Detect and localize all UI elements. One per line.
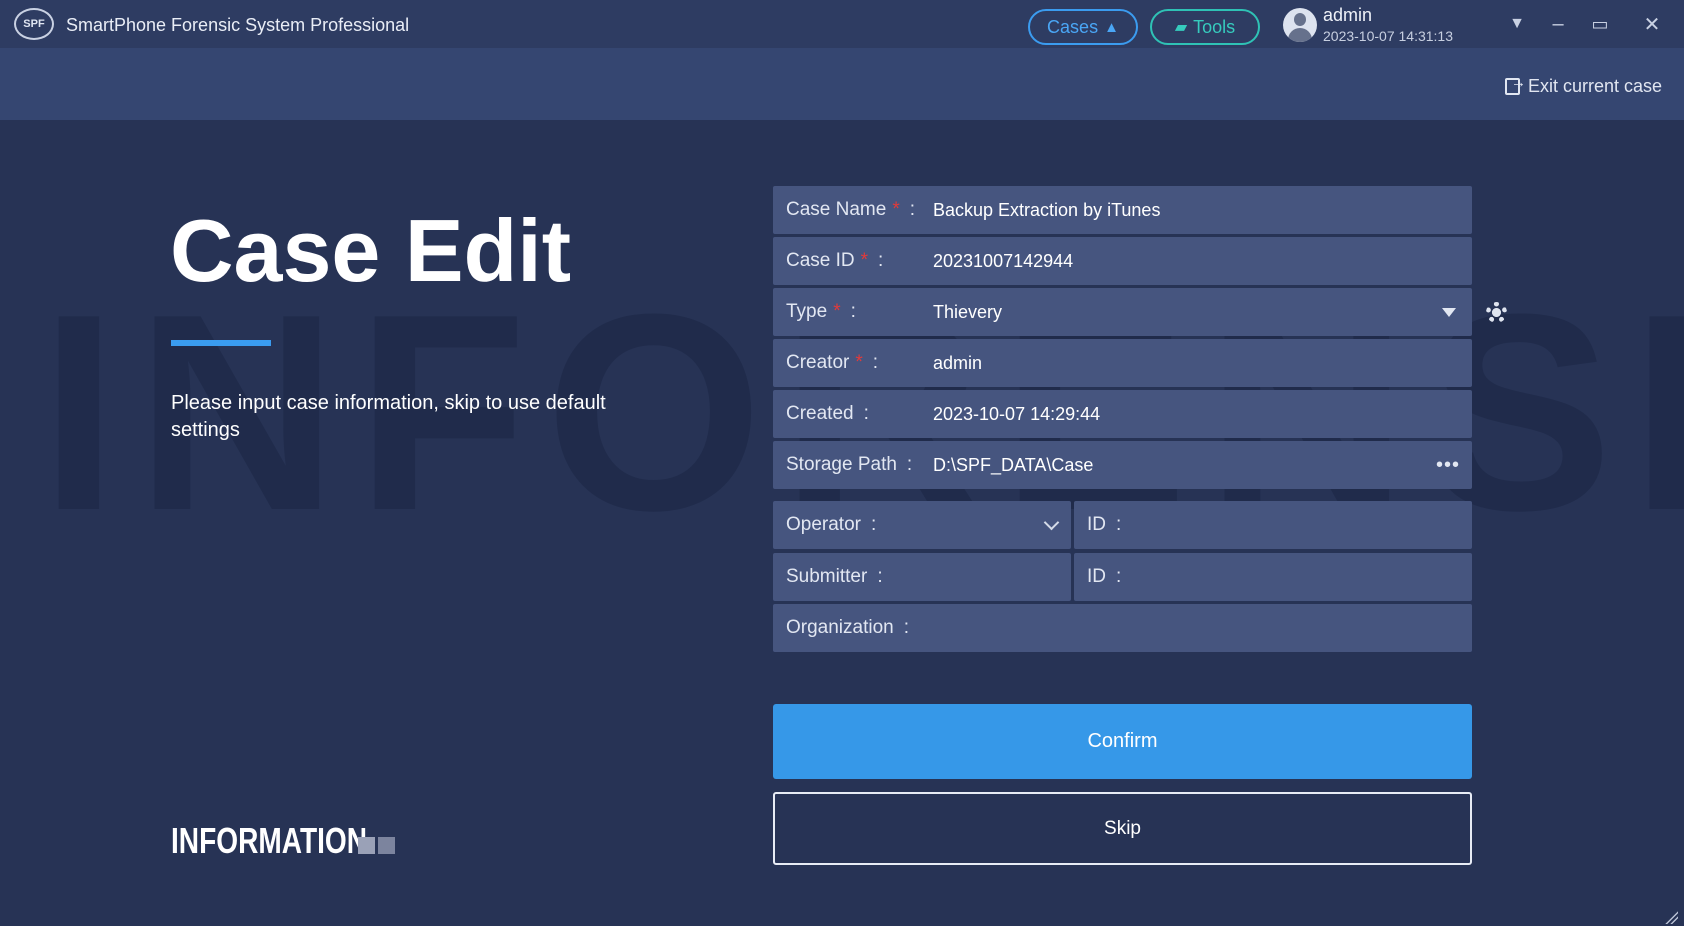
operator-id-field[interactable]: ID: [1074, 501, 1472, 549]
storage-path-label: Storage Path: [786, 454, 913, 475]
submitter-id-field[interactable]: ID: [1074, 553, 1472, 601]
submitter-id-label: ID: [1087, 566, 1122, 587]
caret-down-icon [1442, 308, 1456, 317]
title-bar: SPF SmartPhone Forensic System Professio… [0, 0, 1684, 48]
case-name-label: Case Name *: [786, 199, 916, 220]
app-logo: SPF [14, 8, 54, 40]
created-label: Created: [786, 403, 869, 424]
case-id-value: 20231007142944 [933, 250, 1074, 271]
title-underline [171, 340, 271, 346]
creator-label: Creator *: [786, 352, 879, 373]
close-icon: ✕ [1643, 13, 1661, 36]
case-id-label: Case ID *: [786, 250, 884, 271]
case-name-value: Backup Extraction by iTunes [933, 199, 1161, 220]
exit-case-button[interactable]: Exit current case [1504, 74, 1662, 97]
user-name: admin [1323, 5, 1373, 25]
confirm-button[interactable]: Confirm [773, 704, 1472, 779]
type-select[interactable]: Type *: Thievery [773, 288, 1472, 336]
chevron-up-icon: ▲ [1104, 18, 1119, 36]
organization-field[interactable]: Organization: [773, 604, 1472, 652]
case-id-field[interactable]: Case ID *: 20231007142944 [773, 237, 1472, 285]
tools-button[interactable]: ▰ Tools [1150, 9, 1260, 45]
decor-square [358, 837, 375, 854]
exit-case-label: Exit current case [1527, 76, 1662, 96]
decor-square [378, 837, 395, 854]
user-timestamp: 2023-10-07 14:31:13 [1323, 28, 1453, 44]
type-value: Thievery [933, 301, 1003, 322]
toolbox-icon: ▰ [1174, 19, 1188, 36]
minimize-icon: – [1552, 12, 1564, 35]
created-value: 2023-10-07 14:29:44 [933, 403, 1101, 424]
submitter-label: Submitter: [786, 566, 883, 587]
close-button[interactable]: ✕ [1637, 10, 1667, 38]
cases-button[interactable]: Cases ▲ [1028, 9, 1138, 45]
maximize-icon: ▭ [1591, 13, 1609, 34]
created-field[interactable]: Created: 2023-10-07 14:29:44 [773, 390, 1472, 438]
creator-field[interactable]: Creator *: admin [773, 339, 1472, 387]
information-decoration [358, 837, 395, 854]
app-title: SmartPhone Forensic System Professional [66, 15, 410, 35]
page-subtitle: Please input case information, skip to u… [171, 392, 606, 441]
minimize-button[interactable]: – [1543, 10, 1573, 38]
case-name-field[interactable]: Case Name *: Backup Extraction by iTunes [773, 186, 1472, 234]
caret-down-icon: ▼ [1509, 15, 1525, 32]
dropdown-menu-button[interactable]: ▼ [1502, 10, 1532, 38]
storage-path-value: D:\SPF_DATA\Case [933, 454, 1094, 475]
page-title: Case Edit [170, 201, 572, 300]
type-label: Type *: [786, 301, 856, 322]
cases-button-label: Cases [1047, 16, 1099, 37]
operator-label: Operator: [786, 514, 877, 535]
case-toolbar: Exit current case [0, 48, 1684, 120]
resize-grip-icon[interactable] [1664, 910, 1678, 924]
maximize-button[interactable]: ▭ [1585, 10, 1615, 38]
submitter-field[interactable]: Submitter: [773, 553, 1071, 601]
taskbar-strip [0, 926, 1684, 938]
browse-icon[interactable]: ••• [1436, 454, 1460, 477]
tools-button-label: Tools [1193, 16, 1236, 37]
information-label: INFORMATION [171, 820, 368, 861]
operator-select[interactable]: Operator: [773, 501, 1071, 549]
gear-icon[interactable] [1486, 302, 1507, 323]
operator-id-label: ID: [1087, 514, 1122, 535]
exit-icon [1504, 74, 1526, 95]
avatar[interactable] [1283, 8, 1317, 42]
chevron-down-icon [1043, 514, 1060, 531]
skip-button[interactable]: Skip [773, 792, 1472, 865]
storage-path-field[interactable]: Storage Path: D:\SPF_DATA\Case ••• [773, 441, 1472, 489]
organization-label: Organization: [786, 617, 910, 638]
creator-value: admin [933, 352, 983, 373]
